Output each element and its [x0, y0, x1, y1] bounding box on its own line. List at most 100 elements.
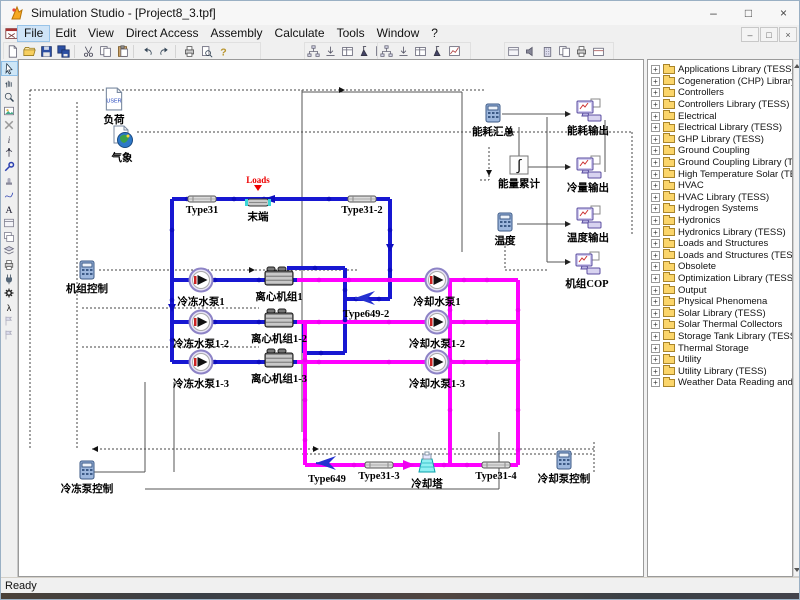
stamp-icon[interactable] — [2, 174, 17, 187]
expand-icon[interactable]: + — [651, 88, 660, 97]
probe-icon[interactable] — [2, 146, 17, 159]
component-chw-pump-1[interactable]: 冷冻水泵1 — [163, 267, 239, 309]
component-terminal[interactable]: Loads 末端 — [220, 176, 296, 224]
flag2-icon[interactable] — [2, 328, 17, 341]
child-minimize-button[interactable]: – — [741, 27, 759, 42]
tree-item[interactable]: +Ground Coupling — [648, 145, 792, 157]
plug-icon[interactable] — [2, 272, 17, 285]
expand-icon[interactable]: + — [651, 274, 660, 283]
component-unit-control[interactable]: 机组控制 — [49, 260, 125, 296]
hierarchy-icon[interactable] — [378, 44, 395, 59]
print-preview-icon[interactable] — [198, 44, 215, 59]
expand-icon[interactable]: + — [651, 239, 660, 248]
tree-item[interactable]: +Applications Library (TESS) — [648, 64, 792, 76]
gear-icon[interactable] — [2, 286, 17, 299]
component-type649-2[interactable]: Type649-2 — [328, 288, 404, 320]
component-cw-pump-control[interactable]: 冷却泵控制 — [526, 450, 602, 486]
paste-icon[interactable] — [114, 44, 131, 59]
nodes-icon[interactable] — [305, 44, 322, 59]
component-chiller-1[interactable]: 离心机组1 — [241, 266, 317, 304]
beaker-icon[interactable] — [429, 44, 446, 59]
expand-icon[interactable]: + — [651, 112, 660, 121]
component-chw-pump-control[interactable]: 冷冻泵控制 — [49, 460, 125, 496]
tree-scrollbar[interactable] — [793, 59, 800, 577]
expand-icon[interactable]: + — [651, 262, 660, 271]
menu-file[interactable]: File — [18, 26, 49, 41]
frame-icon[interactable] — [505, 44, 522, 59]
tree-item[interactable]: +Output — [648, 284, 792, 296]
card-icon[interactable] — [590, 44, 607, 59]
menu-window[interactable]: Window — [371, 26, 426, 41]
component-cw-pump-1-3[interactable]: 冷却水泵1-3 — [399, 349, 475, 391]
menu-direct-access[interactable]: Direct Access — [120, 26, 205, 41]
child-close-button[interactable]: × — [779, 27, 797, 42]
insert-down-icon[interactable] — [322, 44, 339, 59]
run-icon[interactable] — [2, 300, 17, 313]
tree-item[interactable]: +Loads and Structures (TESS) — [648, 250, 792, 262]
tree-item[interactable]: +Obsolete — [648, 261, 792, 273]
component-energy-summary[interactable]: 能耗汇总 — [455, 103, 531, 139]
tree-item[interactable]: +Loads and Structures — [648, 238, 792, 250]
menu-assembly[interactable]: Assembly — [205, 26, 269, 41]
expand-icon[interactable]: + — [651, 286, 660, 295]
speaker-icon[interactable] — [522, 44, 539, 59]
component-energy-integrator[interactable]: 能量累计 — [481, 155, 557, 191]
new-icon[interactable] — [4, 44, 21, 59]
expand-icon[interactable]: + — [651, 193, 660, 202]
print-icon[interactable] — [181, 44, 198, 59]
columns-icon[interactable] — [339, 44, 356, 59]
tree-item[interactable]: +Cogeneration (CHP) Library (TESS) — [648, 76, 792, 88]
close-button[interactable]: × — [766, 1, 800, 24]
taskbar[interactable] — [1, 593, 800, 600]
expand-icon[interactable]: + — [651, 158, 660, 167]
menu-help[interactable]: ? — [425, 26, 444, 41]
tree-item[interactable]: +Solar Thermal Collectors — [648, 319, 792, 331]
printer-icon[interactable] — [2, 258, 17, 271]
window2-icon[interactable] — [2, 230, 17, 243]
help-icon[interactable] — [215, 44, 232, 59]
building-icon[interactable] — [539, 44, 556, 59]
expand-icon[interactable]: + — [651, 77, 660, 86]
ink-icon[interactable] — [356, 44, 373, 59]
expand-icon[interactable]: + — [651, 332, 660, 341]
delete-icon[interactable] — [2, 118, 17, 131]
text-icon[interactable] — [2, 202, 17, 215]
expand-icon[interactable]: + — [651, 135, 660, 144]
expand-icon[interactable]: + — [651, 123, 660, 132]
component-cooling-output[interactable]: 冷量输出 — [550, 155, 626, 195]
tree-item[interactable]: +Weather Data Reading and Process — [648, 377, 792, 389]
redo-icon[interactable] — [156, 44, 173, 59]
tree-item[interactable]: +Thermal Storage — [648, 342, 792, 354]
tree-item[interactable]: +Hydronics — [648, 215, 792, 227]
menu-calculate[interactable]: Calculate — [269, 26, 331, 41]
menu-tools[interactable]: Tools — [331, 26, 371, 41]
component-weather[interactable]: 气象 — [84, 125, 160, 165]
undo-icon[interactable] — [139, 44, 156, 59]
component-type31-2[interactable]: Type31-2 — [324, 194, 400, 216]
expand-icon[interactable]: + — [651, 378, 660, 387]
tree-item[interactable]: +Controllers Library (TESS) — [648, 99, 792, 111]
flag-icon[interactable] — [2, 314, 17, 327]
tree-item[interactable]: +High Temperature Solar (TESS) — [648, 168, 792, 180]
component-energy-output[interactable]: 能耗输出 — [550, 98, 626, 138]
tree-item[interactable]: +HVAC — [648, 180, 792, 192]
child-restore-button[interactable]: □ — [760, 27, 778, 42]
tree-item[interactable]: +Solar Library (TESS) — [648, 307, 792, 319]
expand-icon[interactable]: + — [651, 204, 660, 213]
component-cw-pump-1-2[interactable]: 冷却水泵1-2 — [399, 309, 475, 351]
open-icon[interactable] — [21, 44, 38, 59]
wrench-icon[interactable] — [2, 160, 17, 173]
tree-item[interactable]: +Controllers — [648, 87, 792, 99]
minimize-button[interactable]: – — [696, 1, 731, 24]
tree-item[interactable]: +Hydronics Library (TESS) — [648, 226, 792, 238]
save-icon[interactable] — [38, 44, 55, 59]
cut-icon[interactable] — [80, 44, 97, 59]
grid-icon[interactable] — [412, 44, 429, 59]
expand-icon[interactable]: + — [651, 181, 660, 190]
title-bar[interactable]: Simulation Studio - [Project8_3.tpf] – □… — [1, 1, 800, 25]
plot-icon[interactable] — [446, 44, 463, 59]
component-chiller-1-2[interactable]: 离心机组1-2 — [241, 308, 317, 346]
menu-view[interactable]: View — [82, 26, 120, 41]
expand-icon[interactable]: + — [651, 146, 660, 155]
tree-item[interactable]: +Hydrogen Systems — [648, 203, 792, 215]
